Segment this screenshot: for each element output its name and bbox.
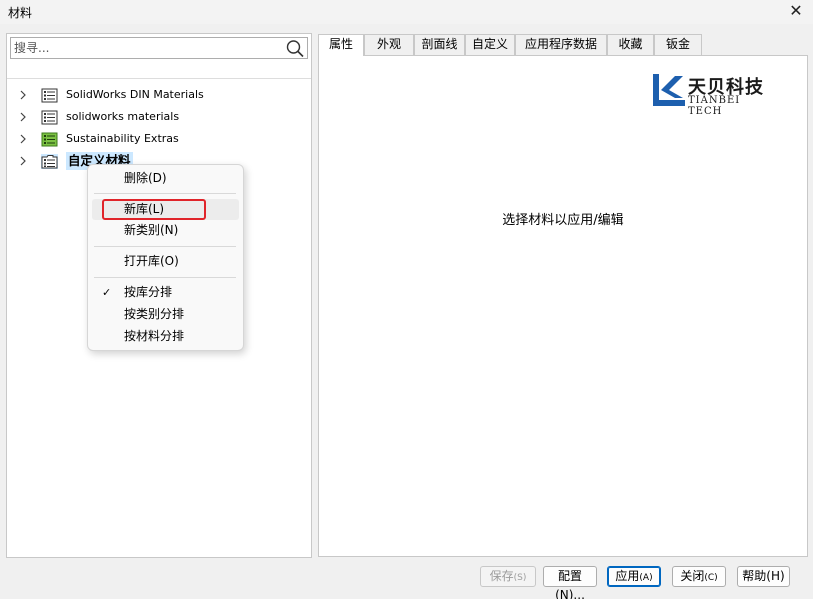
tab-properties[interactable]: 属性 xyxy=(318,34,364,56)
properties-panel: 天贝科技 TIANBEI TECH 选择材料以应用/编辑 xyxy=(318,55,808,557)
help-button[interactable]: 帮助(H) xyxy=(737,566,790,587)
context-menu: 删除(D) 新库(L) 新类别(N) 打开库(O) ✓ 按库分排 按类别分排 按… xyxy=(87,164,244,351)
tab-application-data[interactable]: 应用程序数据 xyxy=(515,34,607,55)
close-label: 关闭 xyxy=(680,569,705,583)
window-title: 材料 xyxy=(8,6,33,20)
apply-button[interactable]: 应用(A) xyxy=(607,566,661,587)
save-button[interactable]: 保存(S) xyxy=(480,566,536,587)
menu-item-new-category[interactable]: 新类别(N) xyxy=(92,220,239,241)
tree-item-label: SolidWorks DIN Materials xyxy=(66,88,204,101)
tab-custom[interactable]: 自定义 xyxy=(465,34,515,55)
chevron-right-icon[interactable] xyxy=(17,89,29,101)
close-icon[interactable]: ✕ xyxy=(787,2,805,20)
company-logo: 天贝科技 TIANBEI TECH xyxy=(653,73,778,117)
tab-crosshatch[interactable]: 剖面线 xyxy=(414,34,465,55)
logo-subtext: TIANBEI TECH xyxy=(688,95,741,117)
divider xyxy=(7,78,311,79)
material-tree: SolidWorks DIN Materials solidworks mate… xyxy=(7,84,311,172)
config-button[interactable]: 配置(N)... xyxy=(543,566,597,599)
library-icon xyxy=(41,88,58,102)
tree-item-solidworks-materials[interactable]: solidworks materials xyxy=(7,106,311,128)
check-icon: ✓ xyxy=(102,286,112,299)
menu-item-sort-by-library[interactable]: ✓ 按库分排 xyxy=(92,282,239,303)
library-folder-icon xyxy=(41,153,58,169)
menu-item-sort-by-material[interactable]: 按材料分排 xyxy=(92,326,239,347)
menu-separator xyxy=(94,246,236,247)
tab-appearance[interactable]: 外观 xyxy=(364,34,414,55)
menu-item-open-library[interactable]: 打开库(O) xyxy=(92,251,239,272)
library-green-icon xyxy=(41,132,58,146)
apply-label: 应用 xyxy=(615,569,640,583)
save-shortcut: (S) xyxy=(513,573,527,583)
library-icon xyxy=(41,110,58,124)
tree-item-din-materials[interactable]: SolidWorks DIN Materials xyxy=(7,84,311,106)
empty-state-message: 选择材料以应用/编辑 xyxy=(502,213,624,228)
search-input[interactable] xyxy=(14,40,284,56)
tab-sheet-metal[interactable]: 钣金 xyxy=(654,34,702,55)
chevron-right-icon[interactable] xyxy=(17,111,29,123)
title-bar: 材料 ✕ xyxy=(0,0,813,24)
search-icon[interactable] xyxy=(285,39,305,58)
chevron-right-icon[interactable] xyxy=(17,133,29,145)
apply-shortcut: (A) xyxy=(639,573,653,583)
close-button[interactable]: 关闭(C) xyxy=(672,566,726,587)
search-box[interactable] xyxy=(10,37,308,59)
tree-item-label: solidworks materials xyxy=(66,110,180,123)
tree-item-label: Sustainability Extras xyxy=(66,132,179,145)
tab-favorites[interactable]: 收藏 xyxy=(607,34,654,55)
menu-item-label: 按库分排 xyxy=(124,285,173,299)
logo-mark-icon xyxy=(653,74,685,106)
menu-separator xyxy=(94,193,236,194)
chevron-right-icon[interactable] xyxy=(17,155,29,167)
close-shortcut: (C) xyxy=(704,573,718,583)
save-label: 保存 xyxy=(489,569,514,583)
menu-separator xyxy=(94,277,236,278)
annotation-highlight xyxy=(102,199,206,220)
property-tabs: 属性 外观 剖面线 自定义 应用程序数据 收藏 钣金 xyxy=(318,34,808,56)
menu-item-delete[interactable]: 删除(D) xyxy=(92,168,239,189)
menu-item-sort-by-category[interactable]: 按类别分排 xyxy=(92,304,239,325)
tree-item-sustainability-extras[interactable]: Sustainability Extras xyxy=(7,128,311,150)
